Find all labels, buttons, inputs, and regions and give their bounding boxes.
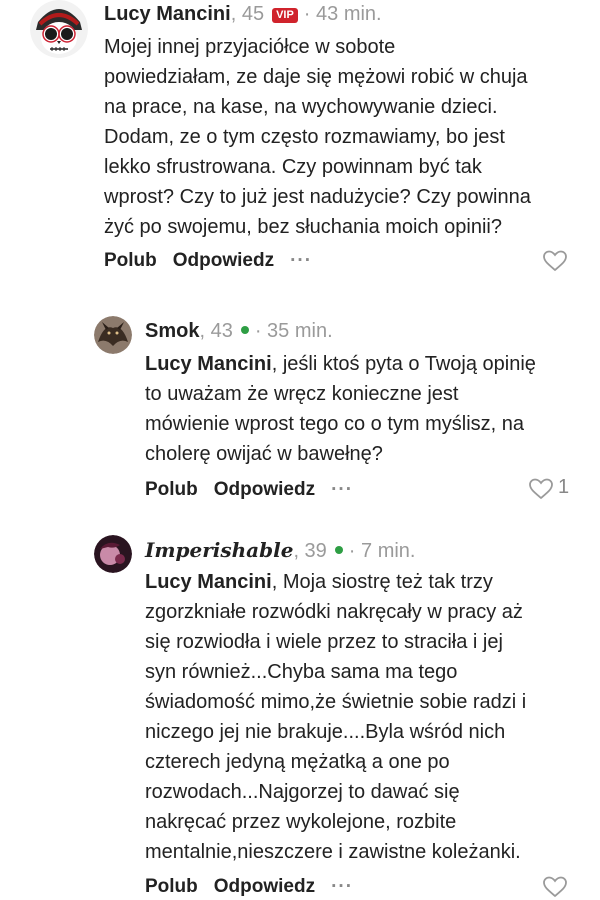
like-button[interactable]: Polub [145, 479, 198, 500]
comment-header: Imperishable, 39 · 7 min. [145, 536, 415, 565]
comment-time: · 7 min. [348, 540, 416, 562]
more-options-icon[interactable]: ··· [331, 876, 353, 898]
online-indicator [334, 546, 343, 554]
comment-time: · 43 min. [303, 3, 382, 25]
author-name[interactable]: Smok [145, 320, 199, 342]
heart-icon[interactable] [542, 249, 568, 273]
comment-actions: Polub Odpowiedz ··· [104, 250, 328, 272]
author-name[interactable]: Imperishable [145, 538, 293, 562]
reply-button[interactable]: Odpowiedz [214, 876, 315, 897]
like-count: 1 [558, 476, 570, 498]
mention-link[interactable]: Lucy Mancini [145, 571, 272, 593]
reply-button[interactable]: Odpowiedz [214, 479, 315, 500]
comment-actions: Polub Odpowiedz ··· [145, 479, 369, 501]
online-indicator [240, 326, 249, 334]
like-button[interactable]: Polub [145, 876, 198, 897]
more-options-icon[interactable]: ··· [290, 250, 312, 272]
avatar[interactable] [94, 316, 132, 354]
author-name[interactable]: Lucy Mancini [104, 3, 231, 25]
comment-header: Lucy Mancini, 45 VIP · 43 min. [104, 0, 382, 28]
comment-text: Mojej innej przyjaciółce w sobote powied… [104, 36, 531, 238]
author-age: , 39 [293, 540, 327, 562]
author-age: , 43 [199, 320, 233, 342]
comment-actions: Polub Odpowiedz ··· [145, 876, 369, 898]
author-age: , 45 [230, 3, 265, 25]
like-button[interactable]: Polub [104, 250, 157, 271]
heart-icon[interactable] [542, 875, 568, 899]
comment-header: Smok, 43 · 35 min. [145, 317, 333, 345]
comment-text: Lucy Mancini, Moja siostrę też tak trzy … [145, 567, 576, 867]
comment-text: Lucy Mancini, jeśli ktoś pyta o Twoją op… [145, 349, 576, 469]
vip-badge: VIP [272, 8, 298, 23]
avatar[interactable] [30, 0, 88, 58]
comment-text-content: , Moja siostrę też tak trzy zgorzkniałe … [145, 571, 527, 863]
comment-time: · 35 min. [254, 320, 333, 342]
avatar[interactable] [94, 535, 132, 573]
reply-button[interactable]: Odpowiedz [173, 250, 274, 271]
heart-icon[interactable] [528, 477, 554, 501]
more-options-icon[interactable]: ··· [331, 479, 353, 501]
mention-link[interactable]: Lucy Mancini [145, 353, 272, 375]
